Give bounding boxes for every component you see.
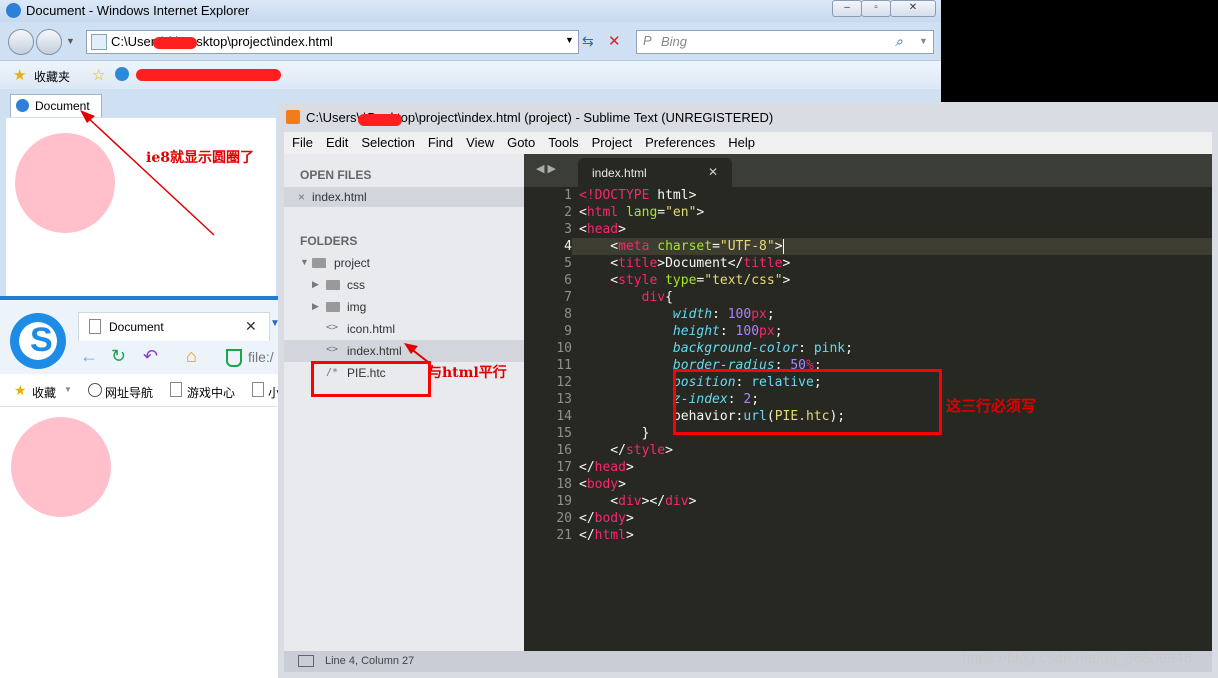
arrow-head bbox=[80, 110, 95, 123]
annotation-ie8: ie8就显示圆圈了 bbox=[146, 150, 254, 166]
watermark: https://blog.csdn.net/qq_36509946 bbox=[962, 650, 1193, 667]
annotation-three-lines: 这三行必须写 bbox=[946, 397, 1037, 415]
annotation-arrows bbox=[80, 110, 429, 363]
annotation-html-parallel: 与html平行 bbox=[428, 365, 507, 381]
arrow-line bbox=[85, 115, 215, 236]
highlight-box-pie bbox=[311, 361, 431, 397]
highlight-box-code bbox=[673, 369, 942, 435]
